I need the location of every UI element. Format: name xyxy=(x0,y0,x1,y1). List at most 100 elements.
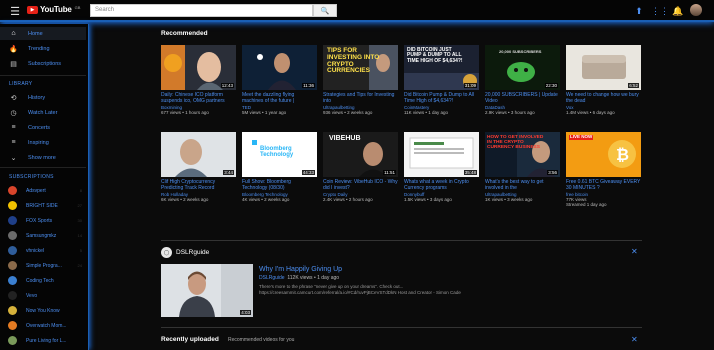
subscription-item[interactable]: Overwatch Mom... xyxy=(0,319,86,332)
duration-badge: 31:09 xyxy=(463,83,477,88)
subscription-item[interactable]: Now You Know xyxy=(0,304,86,317)
thumbnail-text: 20,000 SUBSCRIBERS xyxy=(499,49,542,54)
sidebar-item-show-more[interactable]: ⌄ Show more xyxy=(0,151,86,164)
duration-badge: 11:36 xyxy=(302,83,315,88)
video-meta: 1.4M views • 6 days ago xyxy=(566,110,615,115)
video-thumbnail[interactable]: 12:43 xyxy=(161,45,236,90)
video-meta: 677 views • 1 hours ago xyxy=(161,110,209,115)
video-card[interactable]: 12:43 Daily: Chinese ICO platform suspend… xyxy=(161,45,236,115)
thumbnail-text: Bloomberg Technology xyxy=(260,146,294,159)
video-meta: 2.4K views • 2 hours ago xyxy=(323,197,373,202)
subscription-item[interactable]: BRIGHT SIDE 27 xyxy=(0,199,86,212)
subscription-label: Now You Know xyxy=(26,307,60,314)
video-thumbnail[interactable]: ₿ LIVE NOW xyxy=(566,132,641,177)
notifications-bell-icon[interactable]: 🔔 xyxy=(672,5,684,17)
video-title[interactable]: We need to change how we bury the dead xyxy=(566,92,641,104)
video-title[interactable]: What's the best way to get involved in t… xyxy=(485,179,560,191)
channel-avatar[interactable]: ◯ xyxy=(161,247,172,258)
featured-thumbnail[interactable]: 4:03 xyxy=(161,264,253,317)
channel-avatar-icon xyxy=(8,336,17,345)
video-card[interactable]: 20,000 SUBSCRIBERS 22:30 20,000 SUBSCRIBER… xyxy=(485,45,560,115)
playlist-icon: ≡ xyxy=(11,139,16,146)
video-thumbnail[interactable]: TIPS FOR INVESTING INTO CRYPTO CURRENCIE… xyxy=(323,45,398,90)
sidebar-item-label: Subscriptions xyxy=(28,60,62,67)
duration-badge: 11:51 xyxy=(383,170,396,175)
video-card[interactable]: HOW TO GET INVOLVED IN THE CRYPTO CURREN… xyxy=(485,132,560,202)
youtube-logo[interactable]: ▶ YouTube GB xyxy=(27,5,80,14)
video-card[interactable]: DID BITCOIN JUST PUMP & DUMP TO ALL TIME… xyxy=(404,45,479,115)
recently-uploaded-subtitle: Recommended videos for you xyxy=(228,337,295,343)
subscription-item[interactable]: Samsungmkz 14 xyxy=(0,229,86,242)
search-button[interactable]: 🔍 xyxy=(313,4,337,17)
video-title[interactable]: Free 0.61 BTC Giveaway EVERY 30 MINUTES … xyxy=(566,179,641,191)
sidebar-item-subscriptions[interactable]: ▤ Subscriptions xyxy=(0,57,86,70)
featured-video-channel[interactable]: DSLRguide xyxy=(259,275,285,281)
hamburger-menu-icon[interactable]: ☰ xyxy=(8,4,22,18)
video-title[interactable]: Did Bitcoin Pump & Dump to All Time High… xyxy=(404,92,479,104)
featured-video-title[interactable]: Why I'm Happily Giving Up xyxy=(259,266,342,273)
dismiss-close-icon[interactable]: ✕ xyxy=(631,335,638,344)
upload-icon[interactable]: ⬆ xyxy=(633,5,645,17)
video-thumbnail[interactable]: 6:52 xyxy=(566,45,641,90)
sidebar-item-concerts[interactable]: ≡ Concerts xyxy=(0,121,86,134)
sidebar-item-home[interactable]: ⌂ Home xyxy=(0,27,86,40)
video-card[interactable]: 6:52 We need to change how we bury the de… xyxy=(566,45,641,115)
video-title[interactable]: Whats what a week in Crypto Currency pro… xyxy=(404,179,479,191)
home-icon: ⌂ xyxy=(11,30,16,37)
duration-badge: 6:52 xyxy=(628,83,639,88)
video-title[interactable]: 20,000 SUBSCRIBERS | Update Video xyxy=(485,92,560,104)
video-thumbnail[interactable]: DID BITCOIN JUST PUMP & DUMP TO ALL TIME… xyxy=(404,45,479,90)
video-card[interactable]: 3:44 Clif High Cryptocurrency Predicting … xyxy=(161,132,236,202)
sidebar-item-watch-later[interactable]: ◷ Watch Later xyxy=(0,106,86,119)
sidebar-item-inspiring[interactable]: ≡ Inspiring xyxy=(0,136,86,149)
video-meta: 1K views • 3 weeks ago xyxy=(485,197,533,202)
sidebar-item-history[interactable]: ⟲ History xyxy=(0,91,86,104)
subscription-item[interactable]: Vevo xyxy=(0,289,86,302)
unread-count: 30 xyxy=(77,218,82,223)
video-title[interactable]: Strategies and Tips for Investing into xyxy=(323,92,398,104)
video-card[interactable]: 11:36 Meet the dazzling flying machines o… xyxy=(242,45,317,115)
subscriptions-icon: ▤ xyxy=(10,60,17,68)
video-title[interactable]: Coin Review: VibeHub ICO - Why did I inv… xyxy=(323,179,398,191)
video-thumbnail[interactable]: 11:36 xyxy=(242,45,317,90)
video-thumbnail[interactable]: HOW TO GET INVOLVED IN THE CRYPTO CURREN… xyxy=(485,132,560,177)
subscription-item[interactable]: Pure Living for L... xyxy=(0,334,86,347)
video-title[interactable]: Full Show: Bloomberg Technology (08/30) xyxy=(242,179,317,191)
video-thumbnail[interactable]: 20,000 SUBSCRIBERS 22:30 xyxy=(485,45,560,90)
video-meta: 6K views • 2 weeks ago xyxy=(161,197,209,202)
video-card[interactable]: VIBEHUB 11:51 Coin Review: VibeHub ICO - W… xyxy=(323,132,398,202)
subscription-label: Overwatch Mom... xyxy=(26,322,66,329)
channel-avatar-icon xyxy=(8,216,17,225)
subscription-item[interactable]: Adsvpert 8 xyxy=(0,184,86,197)
video-title[interactable]: Daily: Chinese ICO platform suspends ico… xyxy=(161,92,236,104)
channel-avatar-icon xyxy=(8,246,17,255)
video-card[interactable]: TIPS FOR INVESTING INTO CRYPTO CURRENCIE… xyxy=(323,45,398,115)
apps-grid-icon[interactable]: ⋮⋮ xyxy=(651,5,669,17)
subscription-item[interactable]: vhnickel 5 xyxy=(0,244,86,257)
subscription-item[interactable]: Simple Progra... 24 xyxy=(0,259,86,272)
search-input[interactable]: Search xyxy=(90,4,313,17)
search-icon: 🔍 xyxy=(320,7,330,15)
unread-count: 14 xyxy=(77,233,82,238)
featured-video-description: There's more to the phrase "never give u… xyxy=(259,284,461,295)
svg-text:₿: ₿ xyxy=(616,146,629,164)
video-thumbnail[interactable]: VIBEHUB 11:51 xyxy=(323,132,398,177)
video-thumbnail[interactable]: Bloomberg Technology 44:33 xyxy=(242,132,317,177)
video-thumbnail[interactable]: 3:44 xyxy=(161,132,236,177)
video-card[interactable]: Bloomberg Technology 44:33 Full Show: Bloo… xyxy=(242,132,317,202)
video-title[interactable]: Clif High Cryptocurrency Predicting Trac… xyxy=(161,179,236,191)
featured-channel-name[interactable]: DSLRguide xyxy=(176,249,209,256)
flame-icon: 🔥 xyxy=(9,45,18,53)
subscription-item[interactable]: Coding Tech xyxy=(0,274,86,287)
video-card[interactable]: ₿ LIVE NOW Free 0.61 BTC Giveaway EVERY 30… xyxy=(566,132,641,207)
channel-avatar-icon xyxy=(8,291,17,300)
sidebar-item-trending[interactable]: 🔥 Trending xyxy=(0,42,86,55)
featured-video-meta: DSLRguide 112K views • 1 day ago xyxy=(259,275,339,281)
duration-badge: 22:30 xyxy=(544,83,558,88)
video-card[interactable]: 35:48 Whats what a week in Crypto Currenc… xyxy=(404,132,479,202)
subscription-item[interactable]: FOX Sports 30 xyxy=(0,214,86,227)
dismiss-close-icon[interactable]: ✕ xyxy=(631,247,638,256)
account-avatar[interactable] xyxy=(690,4,702,16)
video-title[interactable]: Meet the dazzling flying machines of the… xyxy=(242,92,317,104)
video-thumbnail[interactable]: 35:48 xyxy=(404,132,479,177)
